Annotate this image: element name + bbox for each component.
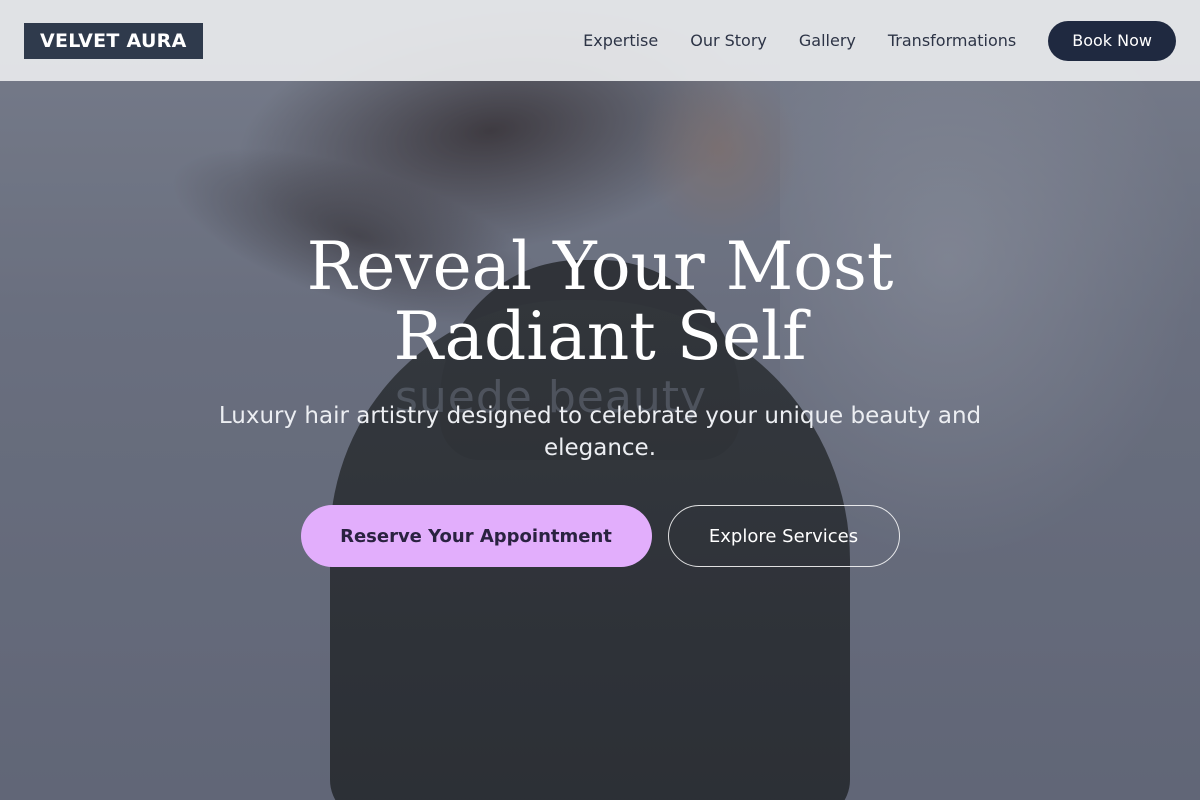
hero-title: Reveal Your Most Radiant Self xyxy=(306,228,894,375)
explore-services-button[interactable]: Explore Services xyxy=(667,505,900,567)
hero-section: Reveal Your Most Radiant Self Luxury hai… xyxy=(0,232,1200,567)
hero-cta-row: Reserve Your Appointment Explore Service… xyxy=(0,505,1200,567)
hero-subtitle: Luxury hair artistry designed to celebra… xyxy=(218,403,982,461)
book-now-button[interactable]: Book Now xyxy=(1048,20,1176,61)
site-header: VELVET AURA Expertise Our Story Gallery … xyxy=(0,0,1200,81)
brand-logo[interactable]: VELVET AURA xyxy=(24,22,203,59)
nav-link-transformations[interactable]: Transformations xyxy=(888,31,1016,50)
nav-link-gallery[interactable]: Gallery xyxy=(799,31,856,50)
reserve-appointment-button[interactable]: Reserve Your Appointment xyxy=(300,505,652,567)
nav-link-expertise[interactable]: Expertise xyxy=(583,31,658,50)
main-nav: Expertise Our Story Gallery Transformati… xyxy=(583,20,1176,61)
nav-link-our-story[interactable]: Our Story xyxy=(690,31,767,50)
